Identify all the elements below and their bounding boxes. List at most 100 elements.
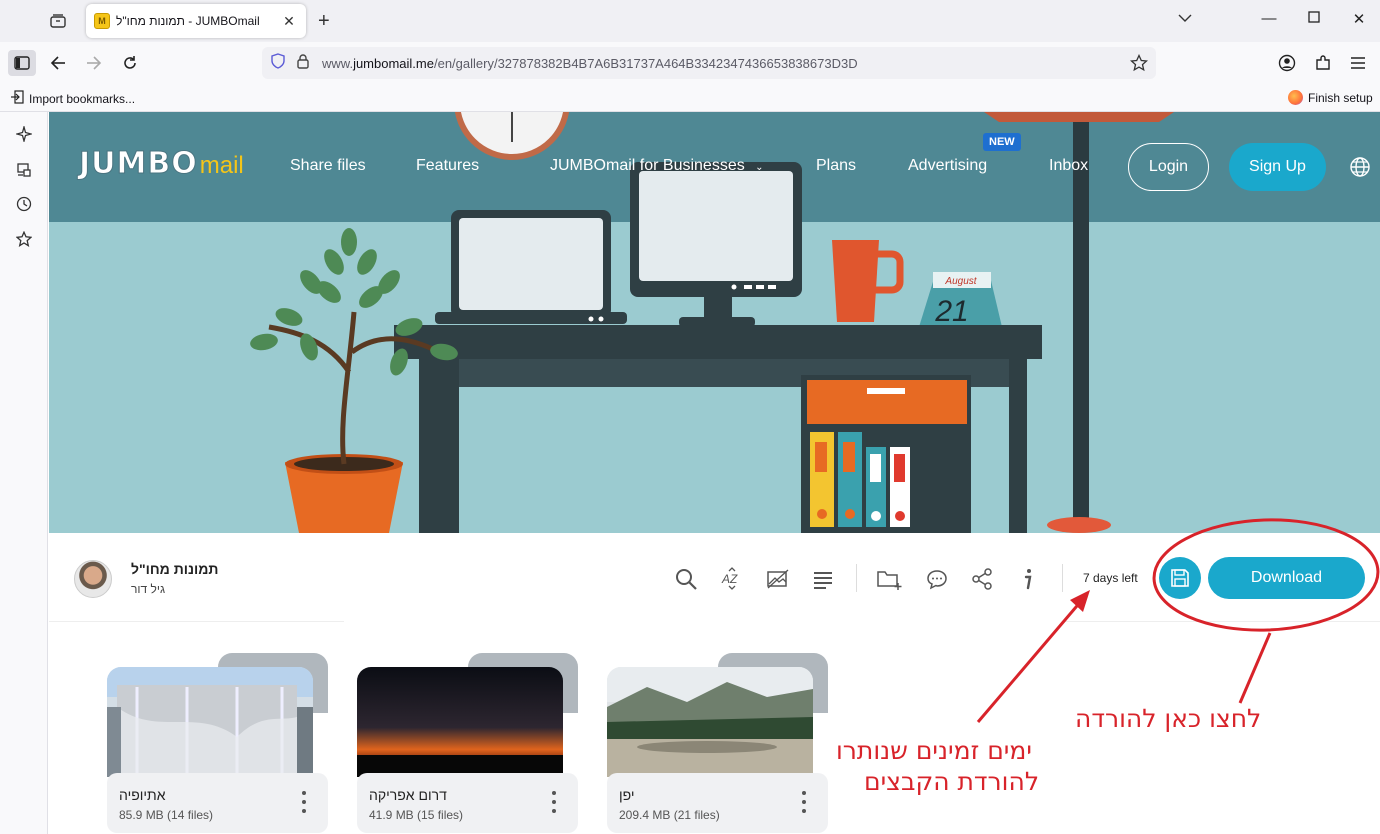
album-meta: 209.4 MB (21 files) [619, 808, 720, 822]
finish-setup-link[interactable]: Finish setup [1288, 90, 1373, 105]
avatar [74, 560, 112, 598]
album-name: דרום אפריקה [369, 787, 447, 803]
more-icon[interactable] [300, 791, 308, 813]
album-meta: 41.9 MB (15 files) [369, 808, 464, 822]
window-close-icon[interactable]: ✕ [1348, 10, 1370, 28]
toolbar-divider [1062, 564, 1063, 592]
chevron-down-icon[interactable] [1174, 10, 1196, 27]
hero-calendar-day: 21 [934, 295, 968, 328]
nav-business[interactable]: JUMBOmail for Businesses ⌄ [550, 157, 764, 175]
minimize-icon[interactable]: — [1258, 10, 1280, 27]
nav-inbox[interactable]: Inbox [1049, 157, 1088, 175]
album-card[interactable]: יפן 209.4 MB (21 files) [607, 653, 828, 833]
nav-plans[interactable]: Plans [816, 157, 856, 175]
album-meta: 85.9 MB (14 files) [119, 808, 214, 822]
finish-setup-label: Finish setup [1308, 90, 1373, 105]
more-icon[interactable] [550, 791, 558, 813]
info-icon[interactable] [1015, 566, 1041, 592]
url-bar[interactable]: www.jumbomail.me/en/gallery/327878382B4B… [262, 47, 1156, 79]
url-path: /en/gallery/327878382B4B7A6B31737A464B33… [433, 55, 858, 71]
account-icon[interactable] [1273, 50, 1301, 76]
new-badge: NEW [983, 133, 1021, 151]
lock-icon[interactable] [296, 53, 310, 74]
gallery-owner: גיל דור [131, 582, 166, 596]
logo-main-text: JUMBO [79, 146, 198, 182]
star-icon[interactable] [1129, 53, 1149, 77]
more-icon[interactable] [800, 791, 808, 813]
album-thumbnail [607, 667, 813, 777]
url-text[interactable]: www.jumbomail.me/en/gallery/327878382B4B… [322, 56, 858, 71]
album-card-footer: דרום אפריקה 41.9 MB (15 files) [357, 773, 578, 833]
signup-button[interactable]: Sign Up [1229, 143, 1326, 191]
jumbomail-logo[interactable]: JUMBO mail [79, 146, 244, 182]
firefox-icon [1288, 90, 1303, 105]
sort-az-icon[interactable]: AZ [719, 566, 745, 592]
comment-icon[interactable] [924, 566, 950, 592]
album-thumbnail [107, 667, 313, 777]
list-view-icon[interactable] [810, 566, 836, 592]
annotation-days-line1: ימים זמינים שנותרו [836, 736, 1032, 765]
svg-text:AZ: AZ [721, 572, 738, 586]
download-button[interactable]: Download [1208, 557, 1365, 599]
sidebar-icon[interactable] [8, 50, 36, 76]
annotation-click-here: לחצו כאן להורדה [1075, 704, 1262, 733]
album-card[interactable]: דרום אפריקה 41.9 MB (15 files) [357, 653, 578, 833]
gallery-info-bar: תמונות מחו"ל גיל דור AZ 7 days left Down… [49, 533, 1380, 623]
bookmarks-bar: Import bookmarks... Finish setup [0, 84, 1380, 112]
close-icon[interactable]: ✕ [280, 13, 298, 30]
save-icon [1171, 569, 1189, 587]
nav-advertising[interactable]: Advertising [908, 157, 987, 175]
annotation-days-line2: להורדת הקבצים [864, 767, 1040, 796]
share-icon[interactable] [969, 566, 995, 592]
search-icon[interactable] [673, 566, 699, 592]
album-card-footer: יפן 209.4 MB (21 files) [607, 773, 828, 833]
album-name: אתיופיה [119, 787, 166, 803]
divider [1065, 621, 1380, 622]
forward-icon[interactable] [80, 50, 108, 76]
site-header: JUMBO mail Share files Features JUMBOmai… [49, 112, 1380, 222]
save-button[interactable] [1159, 557, 1201, 599]
url-prefix: www. [322, 55, 354, 71]
nav-business-label: JUMBOmail for Businesses [550, 157, 745, 174]
import-bookmarks-label: Import bookmarks... [29, 91, 136, 106]
import-icon [10, 90, 24, 107]
new-tab-icon[interactable]: + [318, 10, 330, 32]
tab-list-icon[interactable] [46, 10, 70, 32]
browser-tab[interactable]: M תמונות מחו"ל - JUMBOmail ✕ [86, 4, 306, 38]
reload-icon[interactable] [116, 50, 144, 76]
history-icon[interactable] [14, 194, 34, 214]
hero-banner: August 21 JUMBO mail Share files Feature… [49, 112, 1380, 533]
ai-chat-icon[interactable] [14, 124, 34, 144]
bookmarks-icon[interactable] [14, 229, 34, 249]
url-domain: jumbomail.me [353, 55, 434, 71]
days-left-label: 7 days left [1083, 571, 1138, 585]
divider [49, 621, 344, 622]
synced-tabs-icon[interactable] [14, 160, 34, 180]
jumbomail-favicon: M [94, 13, 110, 29]
back-icon[interactable] [44, 50, 72, 76]
login-button[interactable]: Login [1128, 143, 1209, 191]
gallery-title: תמונות מחו"ל [131, 561, 219, 577]
toolbar-divider [856, 564, 857, 592]
tab-title: תמונות מחו"ל - JUMBOmail [116, 14, 260, 28]
album-card[interactable]: אתיופיה 85.9 MB (14 files) [107, 653, 328, 833]
browser-tab-bar: M תמונות מחו"ל - JUMBOmail ✕ + — ✕ [0, 0, 1380, 42]
logo-sub-text: mail [199, 152, 244, 179]
extensions-icon[interactable] [1309, 50, 1337, 76]
add-folder-icon[interactable] [876, 566, 902, 592]
select-images-icon[interactable] [765, 566, 791, 592]
globe-icon[interactable] [1349, 156, 1371, 178]
import-bookmarks-link[interactable]: Import bookmarks... [10, 90, 135, 107]
shield-icon[interactable] [270, 52, 286, 74]
nav-features[interactable]: Features [416, 157, 479, 175]
browser-nav-bar: www.jumbomail.me/en/gallery/327878382B4B… [0, 42, 1380, 84]
maximize-icon[interactable] [1303, 10, 1325, 27]
nav-share-files[interactable]: Share files [290, 157, 366, 175]
album-name: יפן [619, 787, 635, 803]
album-thumbnail [357, 667, 563, 777]
hero-calendar-month: August [944, 276, 977, 287]
chevron-down-icon: ⌄ [755, 162, 764, 173]
album-card-footer: אתיופיה 85.9 MB (14 files) [107, 773, 328, 833]
browser-sidebar [0, 112, 48, 834]
menu-icon[interactable] [1344, 50, 1372, 76]
